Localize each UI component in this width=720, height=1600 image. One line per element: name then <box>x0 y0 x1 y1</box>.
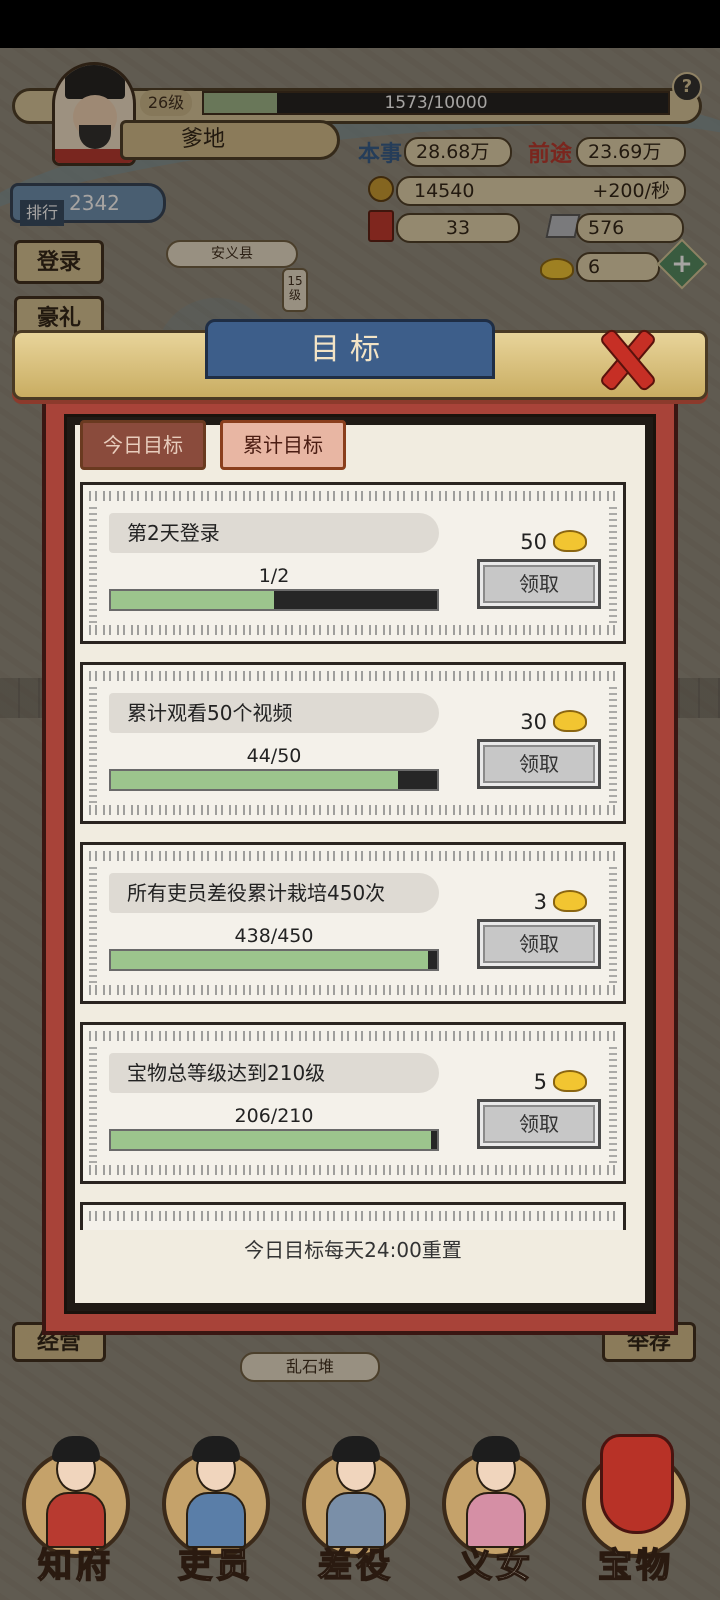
card-border-pattern <box>609 685 617 803</box>
task-progress-fill <box>111 591 274 609</box>
portrait-hair <box>192 1436 240 1462</box>
gold-ingot-icon <box>553 710 587 732</box>
character-portrait <box>182 1430 250 1550</box>
card-border-pattern <box>89 985 617 995</box>
character-portrait <box>42 1430 110 1550</box>
card-border-pattern <box>89 805 617 815</box>
claim-button[interactable]: 领取 <box>477 739 601 789</box>
task-card: 累计观看50个视频 44/50 30 领取 <box>80 662 626 824</box>
task-progress-bar <box>109 589 439 611</box>
task-progress-fill <box>111 1131 431 1149</box>
goals-dialog: 目标 今日目标 累计目标 第2天登录 1/2 50 领取 累计观看50个视频 44/50 3… <box>12 319 708 1335</box>
task-reward-amount: 30 <box>520 710 547 734</box>
gold-ingot-icon <box>553 1070 587 1092</box>
task-progress-bar <box>109 949 439 971</box>
claim-button[interactable]: 领取 <box>477 919 601 969</box>
task-progress-text: 44/50 <box>246 745 302 767</box>
task-reward-amount: 50 <box>520 530 547 554</box>
task-card: 宝物总等级达到210级 206/210 5 领取 <box>80 1022 626 1184</box>
task-card: 第2天登录 1/2 50 领取 <box>80 482 626 644</box>
task-reward: 50 <box>483 525 593 559</box>
card-border-pattern <box>89 1211 617 1221</box>
close-icon[interactable] <box>585 319 665 399</box>
task-progress-fill <box>111 771 398 789</box>
tab-daily-goals[interactable]: 今日目标 <box>80 420 206 470</box>
character-portrait <box>322 1430 390 1550</box>
task-card <box>80 1202 626 1230</box>
task-reward-amount: 3 <box>533 890 547 914</box>
card-border-pattern <box>609 1045 617 1163</box>
task-title: 所有吏员差役累计栽培450次 <box>127 881 386 905</box>
nav-zhifu[interactable]: 知府 <box>12 1420 140 1600</box>
card-border-pattern <box>89 625 617 635</box>
card-border-pattern <box>89 505 97 623</box>
dialog-title: 目标 <box>205 319 495 379</box>
nav-label: 差役 <box>317 1545 394 1587</box>
task-progress-bar <box>109 1129 439 1151</box>
card-border-pattern <box>89 671 617 681</box>
task-progress-bar <box>109 769 439 791</box>
task-reward-amount: 5 <box>533 1070 547 1094</box>
character-portrait <box>462 1430 530 1550</box>
treasure-bag-icon <box>600 1434 674 1534</box>
task-progress-text: 206/210 <box>234 1105 314 1127</box>
task-card: 所有吏员差役累计栽培450次 438/450 3 领取 <box>80 842 626 1004</box>
tab-cumulative-goals[interactable]: 累计目标 <box>220 420 346 470</box>
task-reward: 5 <box>483 1065 593 1099</box>
card-border-pattern <box>89 685 97 803</box>
gold-ingot-icon <box>553 530 587 552</box>
nav-liyuan[interactable]: 吏员 <box>152 1420 280 1600</box>
claim-button[interactable]: 领取 <box>477 559 601 609</box>
task-reward: 30 <box>483 705 593 739</box>
reset-note: 今日目标每天24:00重置 <box>244 1238 462 1262</box>
card-border-pattern <box>89 851 617 861</box>
nav-chaiyi[interactable]: 差役 <box>292 1420 420 1600</box>
bottom-nav: 知府 吏员 差役 义女 宝物 <box>0 1420 720 1600</box>
nav-label: 知府 <box>37 1545 114 1587</box>
card-border-pattern <box>89 1031 617 1041</box>
task-title: 第2天登录 <box>127 521 220 545</box>
status-bar <box>0 0 720 48</box>
task-progress-text: 438/450 <box>234 925 314 947</box>
task-title: 宝物总等级达到210级 <box>127 1061 326 1085</box>
task-list[interactable]: 第2天登录 1/2 50 领取 累计观看50个视频 44/50 30 领取 所有吏员差役累计栽培… <box>80 482 626 1230</box>
claim-button[interactable]: 领取 <box>477 1099 601 1149</box>
card-border-pattern <box>89 865 97 983</box>
task-progress-text: 1/2 <box>258 565 290 587</box>
nav-label: 吏员 <box>177 1545 254 1587</box>
task-progress-fill <box>111 951 429 969</box>
nav-label: 宝物 <box>597 1545 674 1587</box>
gold-ingot-icon <box>553 890 587 912</box>
dialog-header: 目标 <box>12 319 708 400</box>
card-border-pattern <box>89 1165 617 1175</box>
card-border-pattern <box>89 491 617 501</box>
portrait-hair <box>332 1436 380 1462</box>
card-border-pattern <box>609 865 617 983</box>
portrait-hair <box>52 1436 100 1462</box>
card-border-pattern <box>89 1045 97 1163</box>
nav-label: 义女 <box>457 1545 534 1587</box>
task-reward: 3 <box>483 885 593 919</box>
task-title: 累计观看50个视频 <box>127 701 293 725</box>
card-border-pattern <box>609 505 617 623</box>
nav-yinv[interactable]: 义女 <box>432 1420 560 1600</box>
nav-baowu[interactable]: 宝物 <box>572 1420 700 1600</box>
portrait-hair <box>472 1436 520 1462</box>
